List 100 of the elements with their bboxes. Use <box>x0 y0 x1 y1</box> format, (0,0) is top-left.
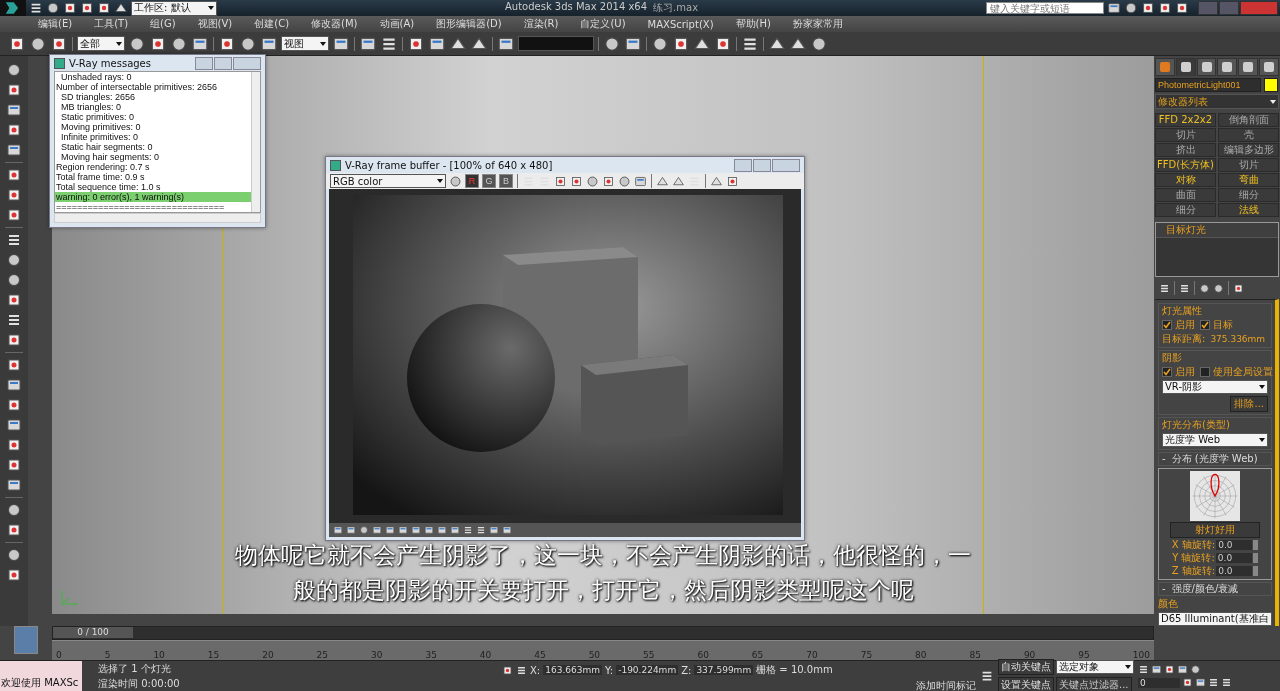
menu-item[interactable]: 创建(C) <box>254 17 290 31</box>
time-slider-thumb[interactable]: 0 / 100 <box>53 627 133 638</box>
dropdown-arrow-icon[interactable] <box>1125 665 1131 669</box>
status-text: 选择了 1 个灯光 <box>98 661 172 676</box>
collapse-toggle[interactable]: - <box>1162 583 1166 595</box>
dropdown-arrow-icon[interactable] <box>437 179 443 183</box>
log-line: Number of intersectable primitives: 2656 <box>55 82 219 92</box>
frame-number: 20 <box>262 650 274 660</box>
key-filters-button[interactable]: 关键点过滤器... <box>1056 677 1132 691</box>
object-color-swatch[interactable] <box>1264 78 1278 92</box>
menu-item[interactable]: 帮助(H) <box>735 17 771 31</box>
coordinate-field[interactable]: 337.599mm <box>694 665 754 675</box>
coordinate-field[interactable]: 163.663mm <box>543 665 602 675</box>
menu-item[interactable]: 工具(T) <box>94 17 129 31</box>
prompt-text: 渲染时间 0:00:00 <box>98 676 181 691</box>
modifier-button[interactable]: 切片 <box>1155 128 1216 142</box>
menu-item[interactable]: 图形编辑器(D) <box>436 17 502 31</box>
scrollbar[interactable] <box>251 72 260 212</box>
exclude-button[interactable]: 排除... <box>1230 396 1268 412</box>
menu-item[interactable]: MAXScript(X) <box>647 18 714 30</box>
frame-number: 10 <box>153 650 165 660</box>
menu-item[interactable]: 动画(A) <box>379 17 415 31</box>
checkbox-label: 使用全局设置 <box>1213 366 1273 378</box>
modifier-button[interactable]: FFD 2x2x2 <box>1155 113 1216 127</box>
frame-number: 80 <box>915 650 927 660</box>
checkbox[interactable] <box>1162 320 1172 330</box>
collapse-toggle[interactable]: - <box>1162 453 1166 465</box>
log-line: Moving hair segments: 0 <box>60 152 161 162</box>
close-button[interactable] <box>772 158 800 172</box>
frame-number: 45 <box>534 650 546 660</box>
dropdown-arrow-icon[interactable] <box>1259 385 1265 389</box>
dropdown-arrow-icon[interactable] <box>320 41 326 46</box>
menu-item[interactable]: 组(G) <box>150 17 176 31</box>
log-line: SD triangles: 2656 <box>60 92 137 102</box>
menu-item[interactable]: 视图(V) <box>197 17 233 31</box>
channel-toggle[interactable]: R <box>465 174 479 188</box>
coordinate-label: Y: <box>605 664 614 676</box>
scrollbar[interactable] <box>54 213 261 223</box>
frame-number: 70 <box>806 650 818 660</box>
frame-number: 60 <box>697 650 709 660</box>
auto-key-button[interactable]: 自动关键点 <box>998 659 1054 675</box>
app-logo-icon[interactable] <box>0 0 26 16</box>
frame-number: 40 <box>479 650 492 660</box>
log-line: Total sequence time: 1.0 s <box>55 182 162 192</box>
spinner-field[interactable]: 0.0 <box>1215 553 1252 563</box>
subtitle-line: 般的都是阴影的开关要打开，打开它，然后阴影类型呢这个呢 <box>292 576 914 605</box>
modifier-button[interactable]: 挤出 <box>1155 143 1216 157</box>
group-title: 阴影 <box>1162 352 1183 364</box>
modifier-button[interactable]: FFD(长方体) <box>1155 158 1216 172</box>
frame-number: 15 <box>207 650 220 660</box>
rollout-title[interactable]: 分布 (光度学 Web) <box>1171 453 1258 465</box>
coordinate-field[interactable]: -190.224mm <box>616 665 679 675</box>
modifier-button[interactable]: 曲面 <box>1155 188 1216 202</box>
checkbox[interactable] <box>1162 367 1172 377</box>
field-label: Z 轴旋转: <box>1171 565 1216 577</box>
modifier-button[interactable]: 法线 <box>1218 203 1279 217</box>
frame-number: 95 <box>1078 650 1090 660</box>
menu-item[interactable]: 自定义(U) <box>580 17 626 31</box>
modifier-button[interactable]: 细分 <box>1218 188 1279 202</box>
menu-item[interactable]: 渲染(R) <box>523 17 559 31</box>
frame-number: 55 <box>643 650 655 660</box>
add-time-tag-button[interactable]: 添加时间标记 <box>916 679 976 691</box>
group-title: 灯光属性 <box>1162 305 1203 317</box>
set-key-button[interactable]: 设置关键点 <box>998 677 1054 691</box>
search-field[interactable]: 键入关键字或短语 <box>986 2 1104 14</box>
channel-toggle[interactable]: B <box>499 174 513 188</box>
menu-item[interactable]: 编辑(E) <box>38 17 73 31</box>
current-frame-field[interactable]: 0 <box>1138 677 1180 688</box>
track-view-button[interactable] <box>14 626 38 654</box>
maximize-button[interactable] <box>753 158 771 172</box>
checkbox[interactable] <box>1200 367 1210 377</box>
modifier-button[interactable]: 切片 <box>1218 158 1279 172</box>
dropdown-arrow-icon[interactable] <box>1259 438 1265 442</box>
checkbox-label: 目标 <box>1213 319 1233 331</box>
modifier-button[interactable]: 编辑多边形 <box>1218 143 1279 157</box>
menu-item[interactable]: 扮家家常用 <box>792 17 843 31</box>
modifier-button[interactable]: 对称 <box>1155 173 1216 187</box>
frame-number: 35 <box>425 650 437 660</box>
rollout-title[interactable]: 强度/颜色/衰减 <box>1171 583 1239 595</box>
modifier-button[interactable]: 弯曲 <box>1218 173 1279 187</box>
dropdown-arrow-icon[interactable] <box>208 6 214 10</box>
object-name-field[interactable]: PhotometricLight001 <box>1155 78 1261 92</box>
minimize-button[interactable] <box>734 158 752 172</box>
spinner-field[interactable]: 0.0 <box>1216 540 1253 550</box>
spinner-field[interactable]: 0.0 <box>1216 566 1253 576</box>
window-icon <box>330 159 341 171</box>
window-icon <box>54 57 65 69</box>
color-preset-dropdown[interactable]: D65 Illuminant(基准白 <box>1158 612 1272 626</box>
menu-item[interactable]: 修改器(M) <box>311 17 358 31</box>
maxscript-listener[interactable]: 欢迎使用 MAXSc <box>0 661 82 691</box>
modifier-button[interactable]: 细分 <box>1155 203 1216 217</box>
checkbox[interactable] <box>1200 320 1210 330</box>
log-line: Moving primitives: 0 <box>60 122 142 132</box>
web-file-button[interactable]: 射灯好用 <box>1170 522 1260 538</box>
channel-toggle[interactable]: G <box>482 174 496 188</box>
close-button[interactable] <box>1240 1 1278 15</box>
stack-item[interactable]: 目标灯光 <box>1156 223 1278 238</box>
modifier-button[interactable]: 倒角剖面 <box>1218 113 1279 127</box>
frame-number: 65 <box>751 650 764 660</box>
modifier-button[interactable]: 壳 <box>1218 128 1279 142</box>
